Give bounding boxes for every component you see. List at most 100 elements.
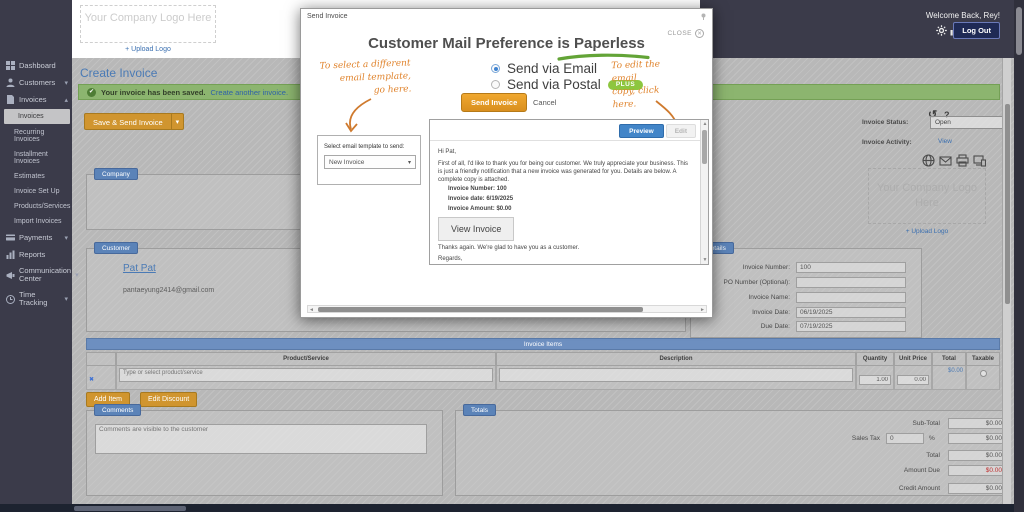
sidebar-subitem-invoices[interactable]: Invoices [4,109,70,124]
invoices-icon [6,95,15,104]
send-invoice-button[interactable]: Send Invoice [461,93,527,112]
logout-button[interactable]: Log Out [953,22,1000,39]
radio-selected-icon[interactable] [491,64,500,73]
col-total: Total [932,352,966,366]
radio-unselected-icon[interactable] [491,80,500,89]
comments-input[interactable] [95,424,427,454]
create-another-invoice-link[interactable]: Create another invoice. [210,88,288,97]
email-greeting: Hi Pat, [438,148,456,156]
sidebar-subitem-recurring-invoices[interactable]: Recurring Invoices [0,125,72,147]
chevron-up-icon: ▴ [64,96,68,104]
sidebar-item-time-tracking[interactable]: Time Tracking ▾ [0,287,72,311]
amount-due-value: $0.00 [948,465,1006,476]
invoice-logo-placeholder[interactable]: Your Company Logo Here [868,168,986,224]
sidebar-subitem-invoice-set-up[interactable]: Invoice Set Up [0,184,72,199]
invoice-date-field[interactable] [796,307,906,318]
totals-section-tag: Totals [463,404,496,416]
description-input[interactable] [499,368,853,382]
scroll-up-icon[interactable]: ▲ [702,121,708,127]
devices-icon[interactable] [973,154,986,167]
po-number-field[interactable] [796,277,906,288]
scrollbar-thumb[interactable] [318,307,643,312]
sidebar-subitem-import-invoices[interactable]: Import Invoices [0,214,72,229]
row-total: $0.00 [932,366,966,390]
template-select[interactable]: New Invoice ▾ [324,155,416,169]
customer-name-link[interactable]: Pat Pat [123,263,156,274]
modal-title: Send Invoice [307,13,347,20]
quantity-input[interactable] [859,375,891,385]
due-date-field[interactable] [796,321,906,332]
upload-logo-link[interactable]: + Upload Logo [868,228,986,235]
view-invoice-button[interactable]: View Invoice [438,217,514,241]
modal-horizontal-scrollbar[interactable]: ◄ ► [307,305,707,313]
invoice-activity-label: Invoice Activity: [862,139,912,146]
invoice-name-field[interactable] [796,292,906,303]
preview-scrollbar[interactable]: ▲ ▼ [700,120,708,264]
customer-email: pantaeyung2414@gmail.com [123,287,214,294]
sales-tax-input[interactable] [886,433,924,444]
upload-logo-link[interactable]: + Upload Logo [80,46,216,53]
col-unit-price: Unit Price [894,352,932,366]
gear-icon[interactable] [936,25,947,36]
invoice-number-field[interactable] [796,262,906,273]
scroll-down-icon[interactable]: ▼ [702,257,708,263]
scroll-left-icon[interactable]: ◄ [309,307,314,313]
invoice-activity-view-link[interactable]: View [938,138,952,145]
sidebar-item-invoices[interactable]: Invoices ▴ [0,91,72,108]
scrollbar-thumb[interactable] [702,130,707,164]
header-user-area: Welcome Back, Rey! ? Log Out [700,0,1014,58]
send-via-email-option[interactable]: Send via Email [491,61,597,76]
scrollbar-thumb[interactable] [1016,7,1022,55]
sidebar-subitem-installment-invoices[interactable]: Installment Invoices [0,147,72,169]
chevron-down-icon: ▾ [408,159,411,166]
cancel-link[interactable]: Cancel [533,98,556,107]
taxable-checkbox[interactable] [980,370,987,377]
app-window: Dashboard Customers ▾ Invoices ▴ Invoice… [0,0,1024,512]
scrollbar-thumb[interactable] [1005,104,1010,304]
sidebar: Dashboard Customers ▾ Invoices ▴ Invoice… [0,0,72,512]
email-icon[interactable] [939,154,952,167]
sidebar-item-customers[interactable]: Customers ▾ [0,74,72,91]
unit-price-input[interactable] [897,375,929,385]
sidebar-item-label: Customers [19,79,60,87]
invoice-status-value: Open [935,119,951,126]
window-scrollbar[interactable] [1014,0,1024,512]
template-select-value: New Invoice [329,159,364,166]
page-title: Create Invoice [80,66,157,80]
reports-icon [6,250,15,259]
pin-icon[interactable] [700,13,707,20]
sidebar-subitem-products-services[interactable]: Products/Services [0,199,72,214]
sidebar-item-label: Reports [19,251,68,259]
printer-icon[interactable] [956,154,969,167]
sidebar-subitem-estimates[interactable]: Estimates [0,169,72,184]
clock-icon [6,295,15,304]
comments-panel [86,410,443,496]
due-date-label: Due Date: [690,323,790,330]
product-service-input[interactable] [119,368,493,382]
banner-text: Your invoice has been saved. [101,88,205,97]
invoice-items-table: Product/Service Description Quantity Uni… [86,352,1000,390]
preview-button[interactable]: Preview [619,124,664,138]
invoice-status-select[interactable]: Open ▾ [930,116,1010,129]
sidebar-item-reports[interactable]: Reports [0,246,72,263]
globe-icon[interactable] [922,154,935,167]
comments-section-tag: Comments [94,404,141,416]
delete-row-icon[interactable]: ✖ [89,377,94,383]
save-send-invoice-button[interactable]: Save & Send Invoice ▾ [84,113,184,130]
content-scrollbar[interactable] [1002,58,1011,504]
chevron-down-icon[interactable]: ▾ [172,113,185,130]
sub-total-label: Sub-Total [800,420,940,427]
total-label: Total [800,452,940,459]
scrollbar-thumb[interactable] [74,506,186,511]
sidebar-item-label: Dashboard [19,62,68,70]
company-logo-placeholder[interactable]: Your Company Logo Here [80,5,216,43]
horizontal-scrollbar[interactable] [0,504,1024,512]
sidebar-item-dashboard[interactable]: Dashboard [0,57,72,74]
edit-discount-button[interactable]: Edit Discount [140,392,197,407]
scroll-right-icon[interactable]: ► [700,307,705,313]
sub-total-value: $0.00 [948,418,1006,429]
sidebar-item-communication-center[interactable]: Communication Center ▾ [0,263,72,287]
customers-icon [6,78,15,87]
edit-button[interactable]: Edit [666,124,696,138]
sidebar-item-payments[interactable]: Payments ▾ [0,229,72,246]
